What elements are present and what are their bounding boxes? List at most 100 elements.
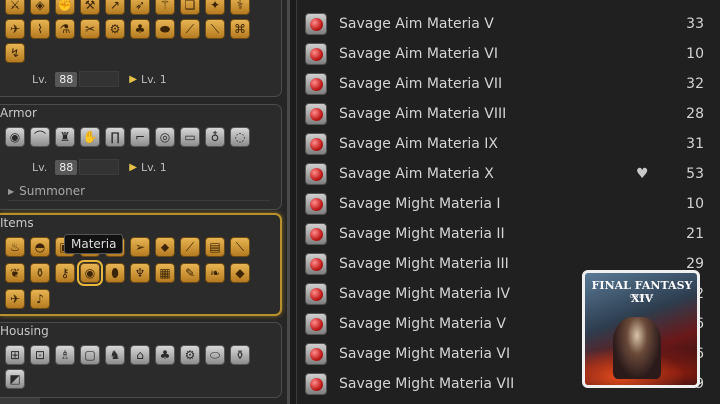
favorite-heart-icon[interactable]: ♥	[636, 166, 649, 182]
jar-icon[interactable]: ⚱	[30, 263, 50, 283]
level-slider[interactable]	[79, 71, 120, 87]
fishing-icon[interactable]: ↯	[5, 43, 25, 63]
vase-icon[interactable]: ⚱	[230, 345, 250, 365]
armor-level-filter: Lv. 88 ▶ Lv. 1	[32, 157, 167, 177]
needle-icon[interactable]: ⟍	[205, 19, 225, 39]
legs-icon[interactable]: ∏	[105, 127, 125, 147]
level-max-label[interactable]: Lv. 1	[141, 161, 167, 174]
egg-icon[interactable]: ⬮	[105, 263, 125, 283]
lamp-icon[interactable]: ♗	[55, 345, 75, 365]
list-item[interactable]: Savage Aim Materia X ♥ 53	[297, 159, 717, 189]
pan-icon[interactable]: ⌘	[230, 19, 250, 39]
pickaxe-icon[interactable]: ⬬	[155, 19, 175, 39]
item-name: Savage Aim Materia V	[339, 16, 494, 32]
wand-icon[interactable]: ✦	[205, 0, 225, 15]
bow-icon[interactable]: ➶	[130, 0, 150, 15]
feet-icon[interactable]: ⌐	[130, 127, 150, 147]
bird-icon[interactable]: ✈	[5, 289, 25, 309]
materia-icon[interactable]: ◉	[77, 260, 103, 286]
item-name: Savage Might Materia VII	[339, 376, 515, 392]
materia-icon	[305, 193, 327, 215]
materia-icon	[305, 373, 327, 395]
crystal-icon[interactable]: ⬥	[155, 237, 175, 257]
list-item[interactable]: Savage Might Materia I 10	[297, 189, 717, 219]
bed-icon[interactable]: ⌂	[130, 345, 150, 365]
rod-icon[interactable]: ⚕	[230, 0, 250, 15]
rug-icon[interactable]: ⬭	[205, 345, 225, 365]
weapons-row-3: ↯	[5, 43, 25, 63]
item-quantity: 28	[686, 106, 704, 122]
plant-icon[interactable]: ♣	[155, 345, 175, 365]
housing-row-2: ◩	[5, 369, 25, 389]
weapons-panel: ⚔ ◈ ✊ ⚒ ↗ ➶ ⚚ ❑ ✦ ⚕ ✈ ⌇ ⚗ ✂ ⚙ ♣ ⬬ ⟋ ⟍ ⌘ …	[0, 0, 282, 97]
item-name: Savage Might Materia III	[339, 256, 509, 272]
tool-icon[interactable]: ✂	[80, 19, 100, 39]
hands-icon[interactable]: ✋	[80, 127, 100, 147]
shield-icon[interactable]: ◉	[5, 127, 25, 147]
level-min-field[interactable]: 88	[55, 71, 78, 87]
staff-icon[interactable]: ⚚	[155, 0, 175, 15]
weapon-part-icon[interactable]: ⟍	[230, 237, 250, 257]
item-name: Savage Aim Materia X	[339, 166, 494, 182]
leaf-icon[interactable]: ❧	[205, 263, 225, 283]
katana-icon[interactable]: ⌇	[30, 19, 50, 39]
level-min-field[interactable]: 88	[55, 159, 78, 175]
ring-icon[interactable]: ◎	[155, 127, 175, 147]
expand-arrow-icon: ▶	[8, 186, 15, 196]
scroll-handle[interactable]	[0, 398, 40, 404]
level-max-label[interactable]: Lv. 1	[141, 73, 167, 86]
list-item[interactable]: Savage Aim Materia VIII 28	[297, 99, 717, 129]
list-item[interactable]: Savage Aim Materia IX 31	[297, 129, 717, 159]
shield-icon[interactable]: ◈	[30, 0, 50, 15]
job-label: Summoner	[19, 184, 86, 198]
list-item[interactable]: Savage Aim Materia VI 10	[297, 39, 717, 69]
gun-icon[interactable]: ✈	[5, 19, 25, 39]
fish-icon[interactable]: ➢	[130, 237, 150, 257]
list-item[interactable]: Savage Aim Materia VII 32	[297, 69, 717, 99]
herb-icon[interactable]: ❦	[5, 263, 25, 283]
list-item[interactable]: Savage Might Materia II 21	[297, 219, 717, 249]
item-name: Savage Aim Materia VII	[339, 76, 503, 92]
chest-icon[interactable]: ▤	[205, 237, 225, 257]
food-icon[interactable]: ◓	[30, 237, 50, 257]
gear-icon[interactable]: ⚙	[180, 345, 200, 365]
dye-icon[interactable]: ✎	[180, 263, 200, 283]
scroll-icon[interactable]: ⟋	[180, 237, 200, 257]
body-icon[interactable]: ♜	[55, 127, 75, 147]
lance-icon[interactable]: ↗	[105, 0, 125, 15]
image-icon[interactable]: ◩	[5, 369, 25, 389]
hammer-icon[interactable]: ⚙	[105, 19, 125, 39]
ore-icon[interactable]: ◆	[230, 263, 250, 283]
level-slider[interactable]	[79, 159, 120, 175]
chair-icon[interactable]: ♞	[105, 345, 125, 365]
key-icon[interactable]: ⚷	[55, 263, 75, 283]
belt-icon[interactable]: ▭	[180, 127, 200, 147]
painting-icon[interactable]: ▢	[80, 345, 100, 365]
flute-icon[interactable]: ♪	[30, 289, 50, 309]
potion-icon[interactable]: ♨	[5, 237, 25, 257]
items-title: Items	[0, 216, 34, 230]
materia-icon	[305, 13, 327, 35]
head-icon[interactable]: ⌒	[30, 127, 50, 147]
book-icon[interactable]: ❑	[180, 0, 200, 15]
fist-icon[interactable]: ✊	[55, 0, 75, 15]
items-panel: Items ♨ ◓ ▣ ✿ ⚘ ➢ ⬥ ⟋ ▤ ⟍ ❦ ⚱ ⚷ ◉ ⬮ ♆ ▦ …	[0, 213, 282, 316]
materia-tooltip: Materia	[64, 234, 124, 254]
job-dropdown[interactable]: ▶ Summoner	[8, 182, 270, 201]
flask-icon[interactable]: ⚗	[55, 19, 75, 39]
cover-subtitle: ONLINE	[629, 294, 655, 300]
materia-icon	[305, 43, 327, 65]
sword-icon[interactable]: ⚔	[5, 0, 25, 15]
fire-icon[interactable]: ♆	[130, 263, 150, 283]
necklace-icon[interactable]: ♁	[205, 127, 225, 147]
axe-icon[interactable]: ⚒	[80, 0, 100, 15]
list-item[interactable]: Savage Aim Materia V 33	[297, 9, 717, 39]
materia-icon	[305, 283, 327, 305]
cloth-icon[interactable]: ▦	[155, 263, 175, 283]
saw-icon[interactable]: ♣	[130, 19, 150, 39]
level-label: Lv.	[32, 72, 48, 86]
table-icon[interactable]: ⊞	[5, 345, 25, 365]
window-icon[interactable]: ⊡	[30, 345, 50, 365]
bracelet-icon[interactable]: ◌	[230, 127, 250, 147]
sickle-icon[interactable]: ⟋	[180, 19, 200, 39]
